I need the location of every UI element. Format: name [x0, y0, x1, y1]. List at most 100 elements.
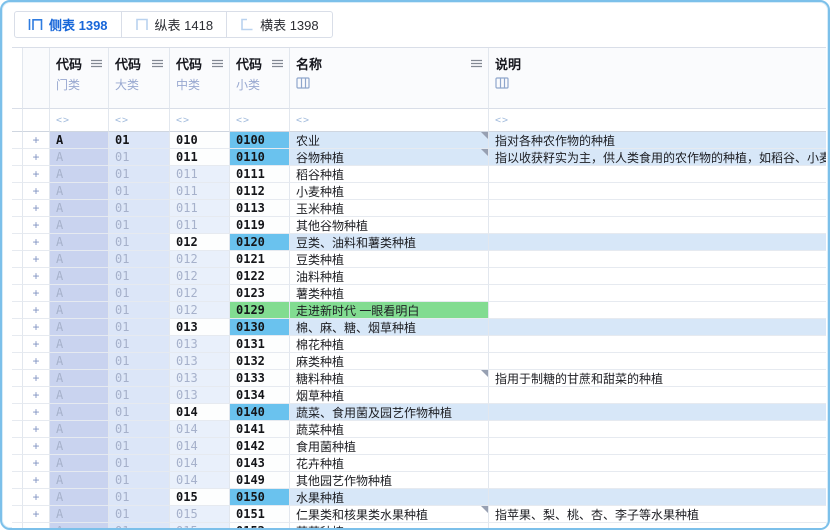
- cell-code-group[interactable]: 015: [170, 506, 230, 523]
- cell-code-group[interactable]: 011: [170, 217, 230, 234]
- cell-code-section[interactable]: A: [50, 234, 109, 251]
- row-expand-button[interactable]: +: [23, 166, 50, 183]
- cell-code-class[interactable]: 0133: [230, 370, 290, 387]
- cell-code-section[interactable]: A: [50, 200, 109, 217]
- cell-code-class[interactable]: 0123: [230, 285, 290, 302]
- cell-name[interactable]: 葡萄种植: [290, 523, 489, 528]
- cell-code-class[interactable]: 0121: [230, 251, 290, 268]
- cell-code-division[interactable]: 01: [109, 183, 170, 200]
- row-expand-button[interactable]: +: [23, 438, 50, 455]
- cell-code-group[interactable]: 014: [170, 404, 230, 421]
- row-expand-button[interactable]: +: [23, 132, 50, 149]
- cell-code-division[interactable]: 01: [109, 166, 170, 183]
- cell-code-group[interactable]: 012: [170, 251, 230, 268]
- cell-name[interactable]: 蔬菜、食用菌及园艺作物种植: [290, 404, 489, 421]
- cell-code-class[interactable]: 0120: [230, 234, 290, 251]
- cell-code-division[interactable]: 01: [109, 438, 170, 455]
- cell-code-class[interactable]: 0119: [230, 217, 290, 234]
- cell-code-class[interactable]: 0151: [230, 506, 290, 523]
- cell-code-section[interactable]: A: [50, 217, 109, 234]
- cell-code-division[interactable]: 01: [109, 472, 170, 489]
- tab-side-table[interactable]: 侧表 1398: [15, 12, 122, 37]
- cell-code-class[interactable]: 0140: [230, 404, 290, 421]
- cell-description[interactable]: [489, 200, 826, 217]
- column-header-code-group[interactable]: 代码 中类: [170, 48, 230, 109]
- cell-code-section[interactable]: A: [50, 489, 109, 506]
- cell-code-section[interactable]: A: [50, 455, 109, 472]
- filter-cell-code-section[interactable]: <>: [50, 109, 109, 132]
- cell-code-division[interactable]: 01: [109, 302, 170, 319]
- cell-code-section[interactable]: A: [50, 353, 109, 370]
- cell-description[interactable]: [489, 319, 826, 336]
- cell-code-group[interactable]: 012: [170, 285, 230, 302]
- column-header-code-division[interactable]: 代码 大类: [109, 48, 170, 109]
- cell-name[interactable]: 稻谷种植: [290, 166, 489, 183]
- cell-code-class[interactable]: 0134: [230, 387, 290, 404]
- cell-code-division[interactable]: 01: [109, 489, 170, 506]
- cell-code-section[interactable]: A: [50, 336, 109, 353]
- cell-description[interactable]: [489, 455, 826, 472]
- cell-code-group[interactable]: 012: [170, 268, 230, 285]
- cell-code-group[interactable]: 010: [170, 132, 230, 149]
- cell-code-class[interactable]: 0122: [230, 268, 290, 285]
- cell-code-class[interactable]: 0143: [230, 455, 290, 472]
- cell-description[interactable]: [489, 404, 826, 421]
- cell-code-section[interactable]: A: [50, 387, 109, 404]
- cell-code-division[interactable]: 01: [109, 353, 170, 370]
- tab-vertical-table[interactable]: 纵表 1418: [122, 12, 228, 37]
- row-expand-button[interactable]: +: [23, 387, 50, 404]
- cell-code-class[interactable]: 0142: [230, 438, 290, 455]
- cell-code-group[interactable]: 011: [170, 166, 230, 183]
- row-expand-button[interactable]: +: [23, 336, 50, 353]
- cell-code-division[interactable]: 01: [109, 285, 170, 302]
- cell-description[interactable]: [489, 183, 826, 200]
- column-menu-icon[interactable]: [91, 59, 102, 68]
- cell-code-division[interactable]: 01: [109, 336, 170, 353]
- cell-code-section[interactable]: A: [50, 132, 109, 149]
- cell-code-section[interactable]: A: [50, 472, 109, 489]
- cell-code-section[interactable]: A: [50, 302, 109, 319]
- cell-code-group[interactable]: 014: [170, 421, 230, 438]
- filter-cell-description[interactable]: <>: [489, 109, 826, 132]
- cell-code-class[interactable]: 0129: [230, 302, 290, 319]
- column-header-name[interactable]: 名称: [290, 48, 489, 109]
- cell-description[interactable]: 指用于制糖的甘蔗和甜菜的种植: [489, 370, 826, 387]
- cell-description[interactable]: [489, 234, 826, 251]
- cell-name[interactable]: 小麦种植: [290, 183, 489, 200]
- cell-code-section[interactable]: A: [50, 370, 109, 387]
- cell-name[interactable]: 其他园艺作物种植: [290, 472, 489, 489]
- cell-code-section[interactable]: A: [50, 438, 109, 455]
- cell-code-section[interactable]: A: [50, 285, 109, 302]
- cell-code-class[interactable]: 0113: [230, 200, 290, 217]
- cell-description[interactable]: [489, 438, 826, 455]
- filter-cell-code-group[interactable]: <>: [170, 109, 230, 132]
- cell-code-group[interactable]: 014: [170, 472, 230, 489]
- column-menu-icon[interactable]: [471, 59, 482, 68]
- cell-code-class[interactable]: 0111: [230, 166, 290, 183]
- cell-name[interactable]: 其他谷物种植: [290, 217, 489, 234]
- cell-description[interactable]: [489, 285, 826, 302]
- cell-name[interactable]: 油料种植: [290, 268, 489, 285]
- cell-code-group[interactable]: 013: [170, 319, 230, 336]
- row-expand-button[interactable]: +: [23, 523, 50, 528]
- cell-code-division[interactable]: 01: [109, 149, 170, 166]
- cell-code-group[interactable]: 015: [170, 523, 230, 528]
- cell-description[interactable]: [489, 166, 826, 183]
- cell-code-division[interactable]: 01: [109, 506, 170, 523]
- cell-code-division[interactable]: 01: [109, 200, 170, 217]
- cell-name[interactable]: 薯类种植: [290, 285, 489, 302]
- row-expand-button[interactable]: +: [23, 489, 50, 506]
- row-expand-button[interactable]: +: [23, 370, 50, 387]
- cell-description[interactable]: [489, 421, 826, 438]
- cell-description[interactable]: [489, 251, 826, 268]
- cell-name[interactable]: 豆类、油料和薯类种植: [290, 234, 489, 251]
- cell-code-group[interactable]: 013: [170, 353, 230, 370]
- row-expand-button[interactable]: +: [23, 217, 50, 234]
- cell-name[interactable]: 烟草种植: [290, 387, 489, 404]
- cell-code-division[interactable]: 01: [109, 217, 170, 234]
- cell-code-class[interactable]: 0112: [230, 183, 290, 200]
- cell-name[interactable]: 走进新时代 一眼看明白: [290, 302, 489, 319]
- cell-code-section[interactable]: A: [50, 404, 109, 421]
- cell-description[interactable]: [489, 472, 826, 489]
- cell-name[interactable]: 棉、麻、糖、烟草种植: [290, 319, 489, 336]
